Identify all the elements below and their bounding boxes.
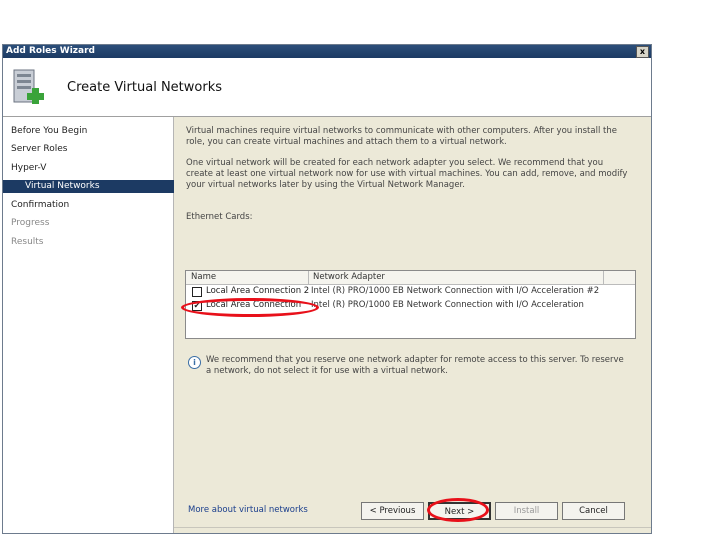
add-roles-wizard-window: Add Roles Wizard x Create Virtual Networ… bbox=[2, 44, 652, 534]
window-titlebar: Add Roles Wizard x bbox=[3, 45, 651, 58]
row-name: Local Area Connection 2 bbox=[206, 286, 310, 296]
nav-item-hyper-v[interactable]: Hyper-V bbox=[11, 163, 46, 173]
nav-item-server-roles[interactable]: Server Roles bbox=[11, 144, 67, 154]
nav-item-progress: Progress bbox=[11, 218, 50, 228]
row-checkbox[interactable] bbox=[192, 287, 202, 297]
close-button[interactable]: x bbox=[636, 46, 649, 58]
column-header-name[interactable]: Name bbox=[191, 272, 216, 282]
info-text: We recommend that you reserve one networ… bbox=[206, 355, 624, 376]
nav-item-virtual-networks[interactable]: Virtual Networks bbox=[3, 180, 174, 193]
column-divider[interactable] bbox=[603, 271, 604, 284]
previous-button[interactable]: < Previous bbox=[361, 502, 424, 520]
annotation-circle-next bbox=[427, 498, 489, 522]
table-row[interactable]: Local Area Connection 2 Intel (R) PRO/10… bbox=[186, 285, 635, 299]
cancel-button[interactable]: Cancel bbox=[562, 502, 625, 520]
info-icon: i bbox=[188, 356, 201, 369]
wizard-header: Create Virtual Networks bbox=[3, 58, 651, 117]
annotation-circle-connection bbox=[181, 298, 319, 317]
list-header: Name Network Adapter bbox=[186, 271, 635, 285]
ethernet-cards-label: Ethernet Cards: bbox=[186, 212, 253, 222]
wizard-nav: Before You Begin Server Roles Hyper-V Vi… bbox=[3, 117, 174, 533]
wizard-content: Virtual machines require virtual network… bbox=[174, 117, 651, 533]
column-divider[interactable] bbox=[308, 271, 309, 284]
column-header-network-adapter[interactable]: Network Adapter bbox=[313, 272, 385, 282]
intro-text: Virtual machines require virtual network… bbox=[186, 126, 617, 147]
page-title: Create Virtual Networks bbox=[67, 80, 222, 95]
row-adapter: Intel (R) PRO/1000 EB Network Connection… bbox=[311, 300, 584, 310]
more-about-virtual-networks-link[interactable]: More about virtual networks bbox=[188, 505, 308, 515]
nav-item-results: Results bbox=[11, 237, 44, 247]
install-button: Install bbox=[495, 502, 558, 520]
row-adapter: Intel (R) PRO/1000 EB Network Connection… bbox=[311, 286, 600, 296]
nav-item-before-you-begin[interactable]: Before You Begin bbox=[11, 126, 87, 136]
instruction-text: One virtual network will be created for … bbox=[186, 158, 628, 190]
footer-divider bbox=[174, 527, 651, 528]
nav-item-confirmation[interactable]: Confirmation bbox=[11, 200, 69, 210]
server-add-icon bbox=[13, 69, 44, 104]
window-title: Add Roles Wizard bbox=[6, 46, 95, 56]
